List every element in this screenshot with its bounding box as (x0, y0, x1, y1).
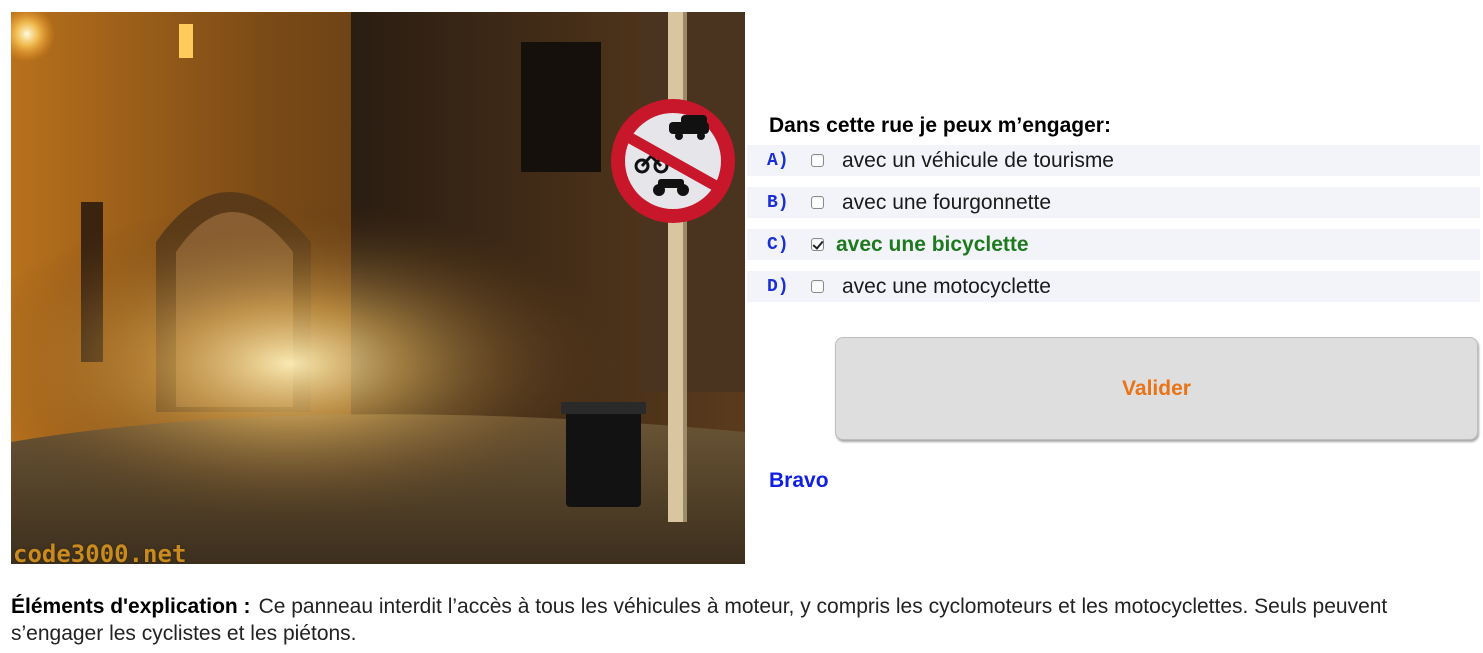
feedback-text: Bravo (769, 469, 829, 492)
no-motor-vehicles-sign-icon (611, 99, 735, 223)
answer-option-a[interactable]: A) avec un véhicule de tourisme (747, 145, 1480, 176)
answer-letter: B) (767, 192, 789, 213)
validate-button[interactable]: Valider (835, 337, 1478, 440)
answer-letter: C) (767, 234, 789, 255)
answer-label: avec une fourgonnette (842, 190, 1051, 214)
answer-checkbox-a[interactable] (811, 154, 824, 167)
question-text: Dans cette rue je peux m’engager: (769, 114, 1111, 137)
answer-option-d[interactable]: D) avec une motocyclette (747, 271, 1480, 302)
answer-option-b[interactable]: B) avec une fourgonnette (747, 187, 1480, 218)
answer-label: avec un véhicule de tourisme (842, 148, 1114, 172)
answer-letter: D) (767, 276, 789, 297)
answer-label: avec une bicyclette (836, 232, 1029, 256)
watermark: code3000.net (13, 540, 187, 564)
answer-checkbox-d[interactable] (811, 280, 824, 293)
answer-option-c[interactable]: C) avec une bicyclette (747, 229, 1480, 260)
explanation: Éléments d'explication : Ce panneau inter… (11, 593, 1476, 647)
question-photo: code3000.net (11, 12, 745, 564)
answer-checkbox-c[interactable] (811, 238, 824, 251)
street-night-scene (11, 12, 745, 564)
answer-letter: A) (767, 150, 789, 171)
answer-label: avec une motocyclette (842, 274, 1051, 298)
explanation-heading: Éléments d'explication : (11, 595, 251, 618)
answer-checkbox-b[interactable] (811, 196, 824, 209)
